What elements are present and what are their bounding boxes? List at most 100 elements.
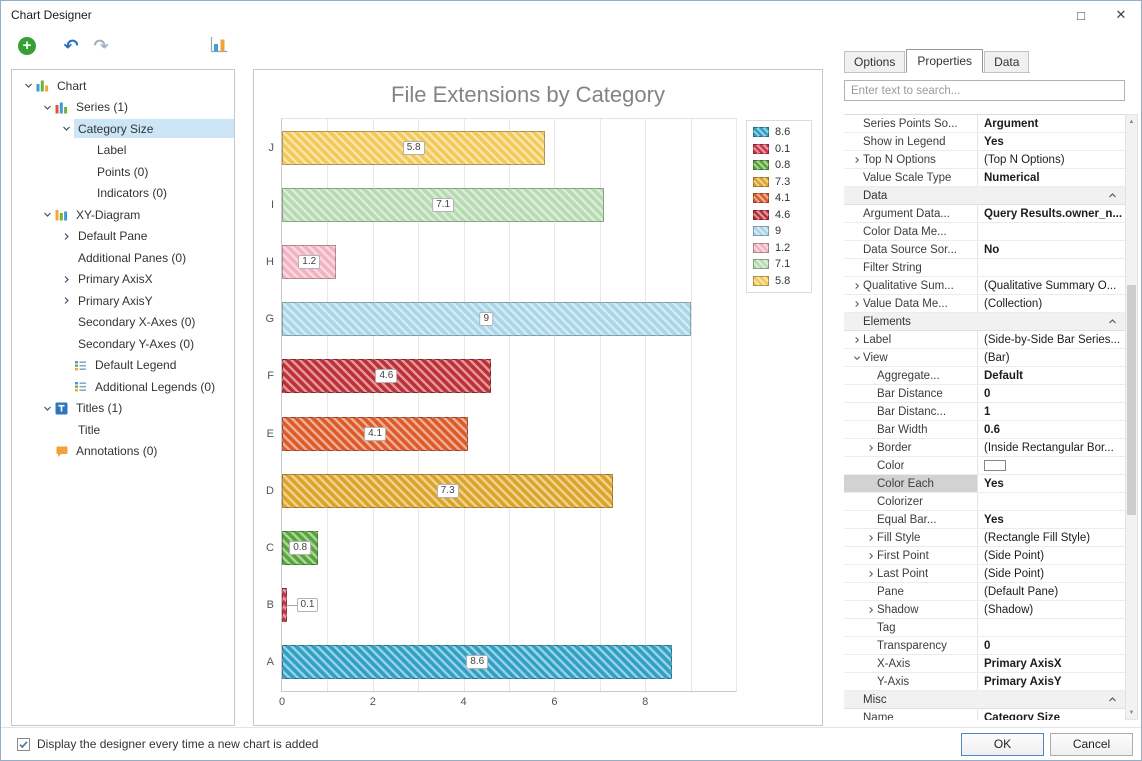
legend-item[interactable]: 0.8 [753, 159, 805, 171]
add-chart-element-button[interactable]: + [14, 33, 40, 59]
scrollbar-thumb[interactable] [1127, 285, 1136, 515]
property-row-tag[interactable]: Tag [844, 619, 1125, 637]
cancel-button[interactable]: Cancel [1050, 733, 1133, 756]
expand-right-icon[interactable] [864, 606, 877, 614]
property-value[interactable]: Numerical [978, 169, 1125, 186]
legend-item[interactable]: 7.3 [753, 176, 805, 188]
property-value[interactable]: 0 [978, 637, 1125, 654]
property-value[interactable]: (Qualitative Summary O... [978, 277, 1125, 294]
property-group-elements[interactable]: Elements [844, 313, 1125, 331]
property-value[interactable]: (Inside Rectangular Bor... [978, 439, 1125, 456]
scroll-up-icon[interactable]: ▲ [1126, 115, 1137, 128]
legend-item[interactable]: 8.6 [753, 126, 805, 138]
property-value[interactable]: Primary AxisY [978, 673, 1125, 690]
property-grid-scrollbar[interactable]: ▲ ▼ [1125, 114, 1138, 720]
chart-legend[interactable]: 8.60.10.87.34.14.691.27.15.8 [746, 120, 812, 293]
expand-down-icon[interactable] [850, 354, 863, 362]
redo-button[interactable]: ↷ [88, 33, 114, 59]
property-row-fill-style[interactable]: Fill Style(Rectangle Fill Style) [844, 529, 1125, 547]
undo-button[interactable]: ↶ [58, 33, 84, 59]
property-value[interactable]: Category Size [978, 709, 1125, 720]
tree-item-titles-1[interactable]: Titles (1) [12, 398, 234, 420]
property-row-bar-distance[interactable]: Bar Distance0 [844, 385, 1125, 403]
tree-chevron-right-icon[interactable] [58, 232, 74, 241]
tree-item-label[interactable]: Label [12, 140, 234, 162]
property-row-y-axis[interactable]: Y-AxisPrimary AxisY [844, 673, 1125, 691]
property-row-x-axis[interactable]: X-AxisPrimary AxisX [844, 655, 1125, 673]
property-value[interactable]: 1 [978, 403, 1125, 420]
legend-item[interactable]: 5.8 [753, 275, 805, 287]
chart-title[interactable]: File Extensions by Category [274, 82, 782, 108]
chart-type-button[interactable] [206, 33, 232, 59]
property-value[interactable]: Default [978, 367, 1125, 384]
maximize-button[interactable]: □ [1061, 1, 1101, 29]
property-row-color-data-me[interactable]: Color Data Me... [844, 223, 1125, 241]
ok-button[interactable]: OK [961, 733, 1044, 756]
expand-right-icon[interactable] [850, 156, 863, 164]
tree-item-default-pane[interactable]: Default Pane [12, 226, 234, 248]
tree-item-chart[interactable]: Chart [12, 75, 234, 97]
tree-item-annotations-0[interactable]: Annotations (0) [12, 441, 234, 463]
property-value[interactable]: 0 [978, 385, 1125, 402]
tree-chevron-down-icon[interactable] [39, 404, 55, 413]
property-row-color-each[interactable]: Color EachYes [844, 475, 1125, 493]
property-row-pane[interactable]: Pane(Default Pane) [844, 583, 1125, 601]
property-row-first-point[interactable]: First Point(Side Point) [844, 547, 1125, 565]
tree-item-default-legend[interactable]: Default Legend [12, 355, 234, 377]
tree-item-category-size[interactable]: Category Size [12, 118, 234, 140]
tree-item-title[interactable]: Title [12, 419, 234, 441]
display-designer-checkbox[interactable] [17, 738, 30, 751]
tree-item-secondary-x-axes-0[interactable]: Secondary X-Axes (0) [12, 312, 234, 334]
tab-data[interactable]: Data [984, 51, 1029, 72]
property-row-aggregate[interactable]: Aggregate...Default [844, 367, 1125, 385]
collapse-group-icon[interactable] [1108, 695, 1117, 704]
property-row-argument-data[interactable]: Argument Data...Query Results.owner_n... [844, 205, 1125, 223]
property-row-view[interactable]: View(Bar) [844, 349, 1125, 367]
property-row-top-n-options[interactable]: Top N Options(Top N Options) [844, 151, 1125, 169]
color-swatch[interactable] [984, 460, 1006, 471]
tree-chevron-right-icon[interactable] [58, 296, 74, 305]
property-group-data[interactable]: Data [844, 187, 1125, 205]
property-row-bar-width[interactable]: Bar Width0.6 [844, 421, 1125, 439]
property-row-bar-distanc[interactable]: Bar Distanc...1 [844, 403, 1125, 421]
property-value[interactable] [978, 223, 1125, 240]
property-value[interactable]: Query Results.owner_n... [978, 205, 1125, 222]
property-row-value-data-me[interactable]: Value Data Me...(Collection) [844, 295, 1125, 313]
property-row-transparency[interactable]: Transparency0 [844, 637, 1125, 655]
property-row-colorizer[interactable]: Colorizer [844, 493, 1125, 511]
legend-item[interactable]: 1.2 [753, 242, 805, 254]
property-row-qualitative-sum[interactable]: Qualitative Sum...(Qualitative Summary O… [844, 277, 1125, 295]
legend-item[interactable]: 9 [753, 225, 805, 237]
property-row-equal-bar[interactable]: Equal Bar...Yes [844, 511, 1125, 529]
property-value[interactable]: Yes [978, 475, 1125, 492]
tree-item-secondary-y-axes-0[interactable]: Secondary Y-Axes (0) [12, 333, 234, 355]
property-value[interactable] [978, 493, 1125, 510]
tree-item-additional-legends-0[interactable]: Additional Legends (0) [12, 376, 234, 398]
property-value[interactable]: (Side Point) [978, 565, 1125, 582]
tree-chevron-down-icon[interactable] [20, 81, 36, 90]
legend-item[interactable]: 7.1 [753, 258, 805, 270]
tree-chevron-right-icon[interactable] [58, 275, 74, 284]
tree-item-indicators-0[interactable]: Indicators (0) [12, 183, 234, 205]
property-row-value-scale-type[interactable]: Value Scale TypeNumerical [844, 169, 1125, 187]
tree-item-primary-axisy[interactable]: Primary AxisY [12, 290, 234, 312]
property-value[interactable]: Yes [978, 133, 1125, 150]
expand-right-icon[interactable] [850, 282, 863, 290]
legend-item[interactable]: 4.6 [753, 209, 805, 221]
property-value[interactable] [978, 457, 1125, 474]
expand-right-icon[interactable] [864, 570, 877, 578]
collapse-group-icon[interactable] [1108, 191, 1117, 200]
tree-item-primary-axisx[interactable]: Primary AxisX [12, 269, 234, 291]
property-value[interactable] [978, 259, 1125, 276]
tab-options[interactable]: Options [844, 51, 905, 72]
property-value[interactable]: (Side-by-Side Bar Series... [978, 331, 1125, 348]
tree-chevron-down-icon[interactable] [58, 124, 74, 133]
property-value[interactable]: (Top N Options) [978, 151, 1125, 168]
property-value[interactable]: No [978, 241, 1125, 258]
property-row-series-points-so[interactable]: Series Points So...Argument [844, 115, 1125, 133]
property-row-show-in-legend[interactable]: Show in LegendYes [844, 133, 1125, 151]
property-value[interactable]: (Collection) [978, 295, 1125, 312]
expand-right-icon[interactable] [864, 534, 877, 542]
property-row-filter-string[interactable]: Filter String [844, 259, 1125, 277]
expand-right-icon[interactable] [850, 300, 863, 308]
